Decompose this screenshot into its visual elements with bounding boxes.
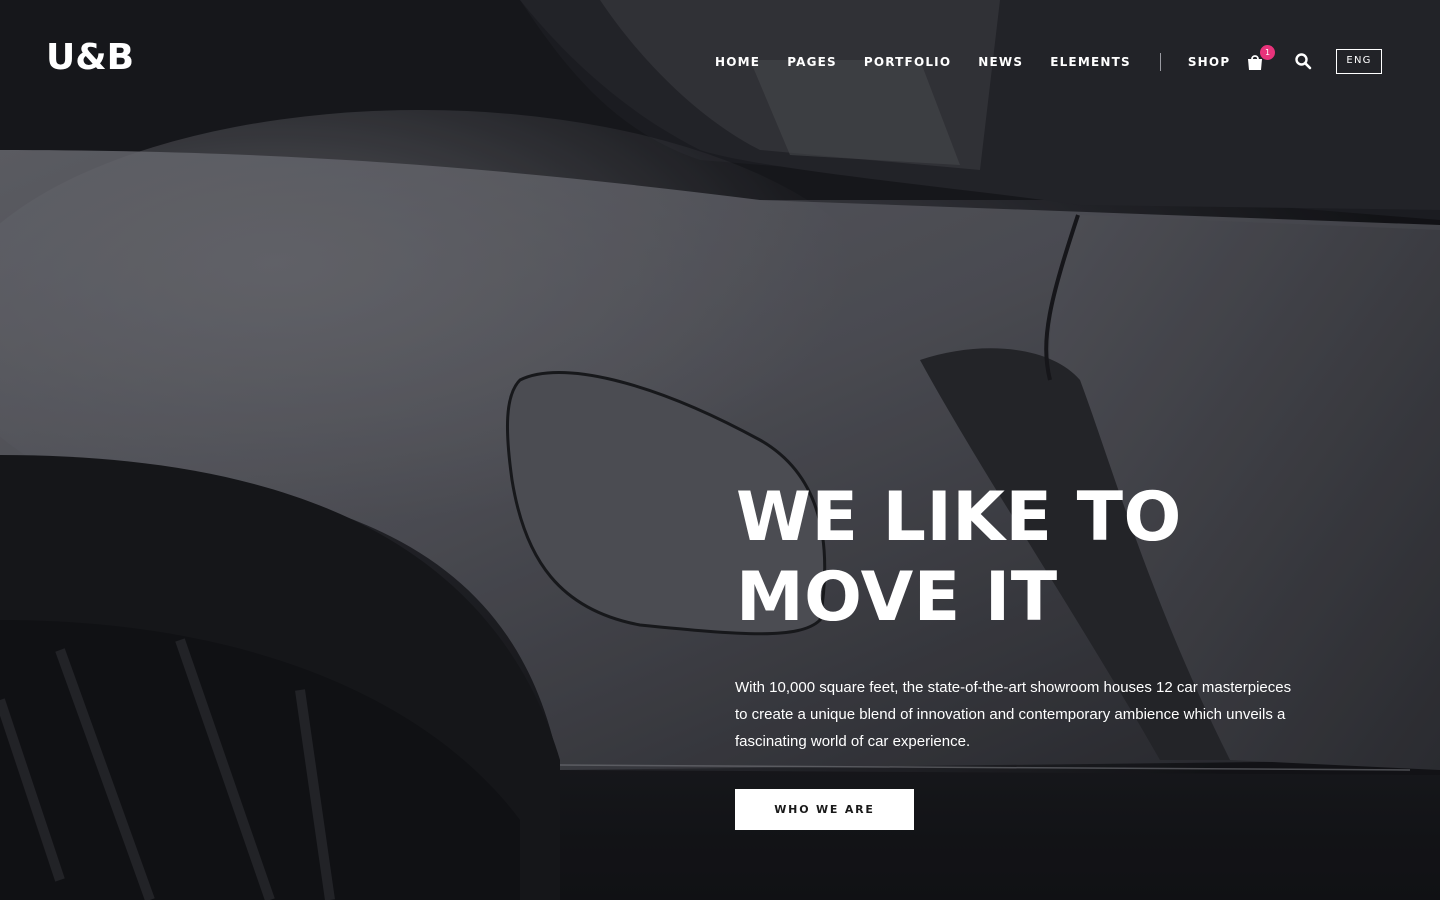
search-icon xyxy=(1295,53,1312,70)
nav-item-portfolio[interactable]: PORTFOLIO xyxy=(864,55,951,69)
search-button[interactable] xyxy=(1294,52,1312,70)
nav-item-elements[interactable]: ELEMENTS xyxy=(1050,55,1131,69)
site-logo[interactable]: U&B xyxy=(46,36,134,80)
hero-section: U&B HOME PAGES PORTFOLIO NEWS ELEMENTS S… xyxy=(0,0,1440,900)
hero-description: With 10,000 square feet, the state-of-th… xyxy=(735,679,1292,750)
cart-count-badge: 1 xyxy=(1260,45,1275,60)
hero-headline-line-1: WE LIKE TO xyxy=(736,478,1182,557)
nav-divider xyxy=(1159,53,1161,71)
car-background-image xyxy=(0,0,1440,900)
language-selector[interactable]: ENG xyxy=(1336,49,1382,74)
hero-headline: WE LIKE TO MOVE IT xyxy=(736,478,1376,638)
nav-item-news[interactable]: NEWS xyxy=(978,55,1023,69)
main-nav: HOME PAGES PORTFOLIO NEWS ELEMENTS SHOP xyxy=(715,52,1257,72)
hero-headline-line-2: MOVE IT xyxy=(736,558,1058,637)
nav-item-home[interactable]: HOME xyxy=(715,55,760,69)
nav-item-shop[interactable]: SHOP xyxy=(1188,55,1230,69)
who-we-are-button[interactable]: WHO WE ARE xyxy=(735,789,914,830)
nav-item-pages[interactable]: PAGES xyxy=(787,55,837,69)
